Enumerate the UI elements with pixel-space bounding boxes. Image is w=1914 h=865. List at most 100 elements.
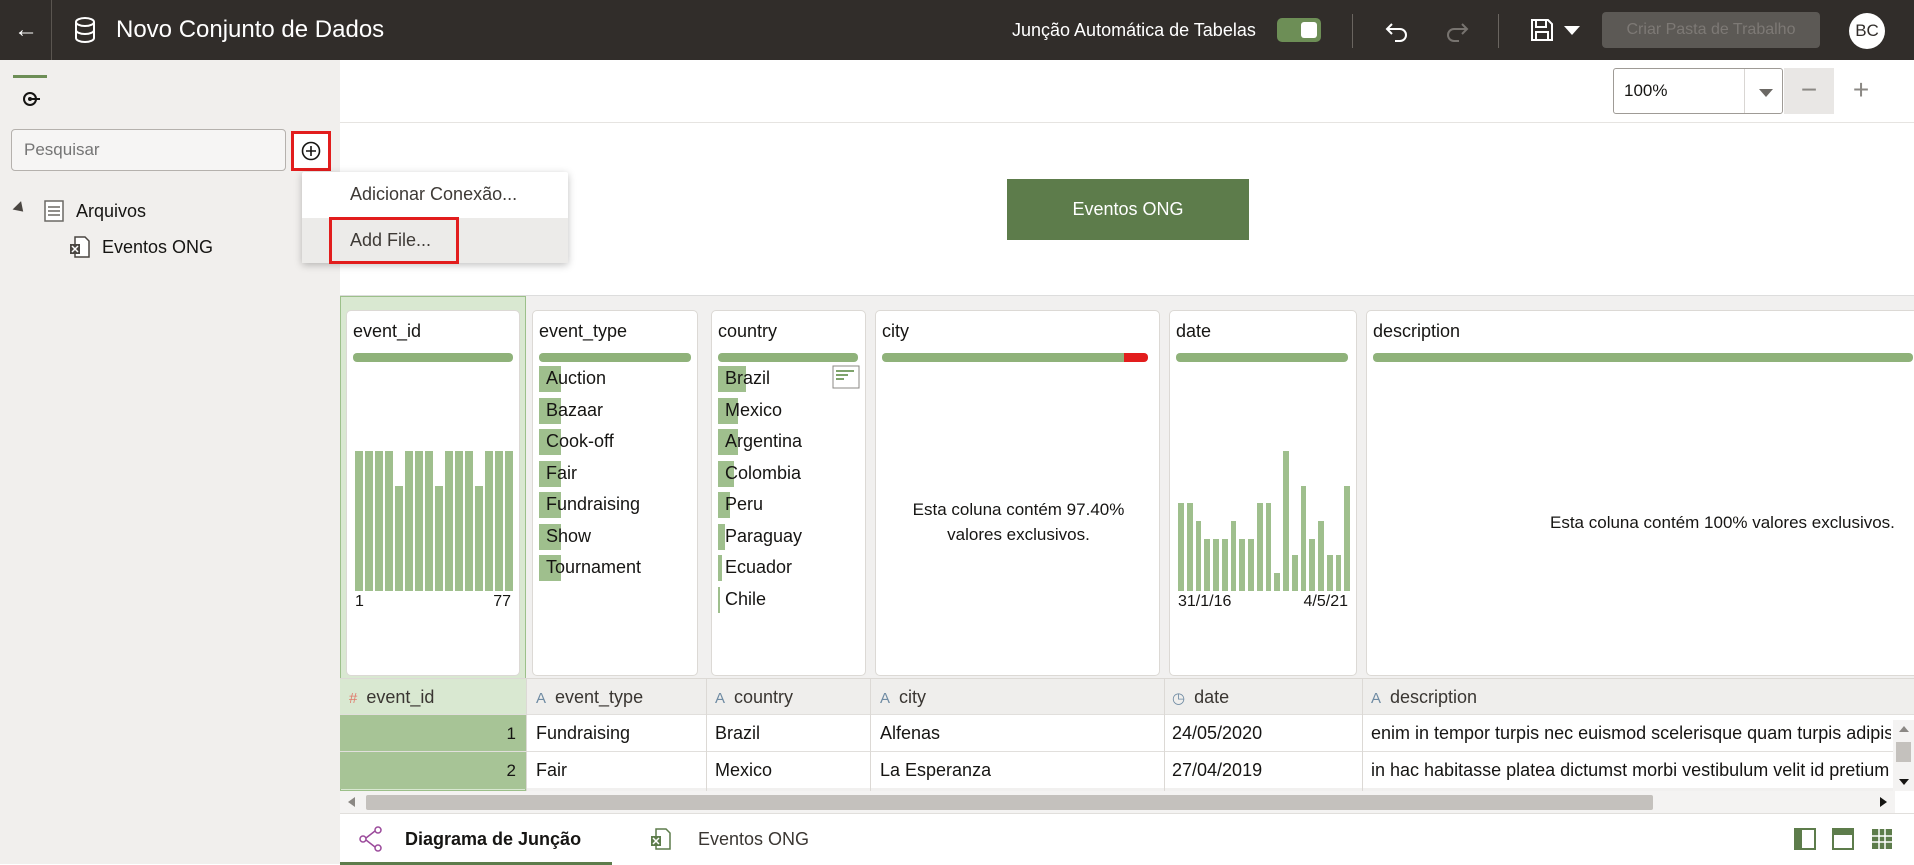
- zoom-in-button[interactable]: +: [1836, 68, 1886, 114]
- table-row[interactable]: 1 Fundraising Brazil Alfenas 24/05/2020 …: [340, 714, 1914, 752]
- table-node[interactable]: Eventos ONG: [1007, 179, 1249, 240]
- category-bar: [718, 586, 720, 613]
- add-button[interactable]: [291, 131, 331, 171]
- category-label: Fundraising: [546, 494, 641, 514]
- menu-item-add-connection[interactable]: Adicionar Conexão...: [302, 172, 568, 217]
- column-profile-event-type[interactable]: event_type Auction Bazaar Cook-off Fair Fund…: [532, 310, 698, 676]
- histogram-bar: [384, 451, 394, 591]
- histogram-bar: [494, 451, 504, 591]
- auto-join-toggle[interactable]: [1277, 18, 1321, 42]
- text-type-icon: A: [880, 690, 891, 707]
- tree-file-eventos-ong[interactable]: Eventos ONG: [69, 235, 269, 261]
- excel-file-icon: [651, 828, 671, 850]
- histogram-bar: [1291, 555, 1298, 591]
- category-label: Tournament: [546, 557, 642, 577]
- column-header-label: country: [734, 687, 794, 707]
- grid-layout-icon[interactable]: [1870, 827, 1894, 851]
- divider: [1352, 14, 1353, 48]
- divider: [1164, 678, 1165, 791]
- cell-country: Brazil: [715, 723, 761, 743]
- histogram-bar: [454, 451, 464, 591]
- column-header-description[interactable]: Adescription: [1371, 679, 1477, 715]
- top-panel-layout-icon[interactable]: [1831, 827, 1855, 851]
- chevron-down-icon[interactable]: [1558, 16, 1586, 44]
- column-header-city[interactable]: Acity: [880, 679, 926, 715]
- cell-date: 27/04/2019: [1172, 760, 1263, 780]
- column-profile-event-id[interactable]: event_id 1 77: [346, 310, 520, 676]
- column-title: event_id: [353, 321, 422, 341]
- tree-folder-label: Arquivos: [76, 201, 147, 221]
- tab-label: Eventos ONG: [698, 829, 810, 849]
- histogram-bar: [1186, 503, 1193, 591]
- category-label: Fair: [546, 462, 577, 483]
- histogram-bar: [1265, 503, 1272, 591]
- table-row[interactable]: 2 Fair Mexico La Esperanza 27/04/2019 in…: [340, 751, 1914, 789]
- histogram-bar: [1213, 539, 1219, 591]
- column-title: date: [1176, 321, 1212, 341]
- category-label: Argentina: [725, 431, 803, 451]
- tab-join-diagram[interactable]: Diagrama de Junção: [340, 814, 612, 865]
- row-number: 2: [340, 752, 526, 789]
- tab-eventos-ong[interactable]: Eventos ONG: [650, 814, 850, 865]
- divider: [1362, 678, 1363, 791]
- tree-folder-arquivos[interactable]: Arquivos: [43, 199, 243, 225]
- category-label: Show: [546, 525, 592, 546]
- category-label: Chile: [725, 588, 767, 609]
- left-panel-layout-icon[interactable]: [1793, 827, 1817, 851]
- zoom-select[interactable]: 100%: [1613, 68, 1783, 114]
- database-icon: [75, 17, 95, 44]
- text-type-icon: A: [715, 690, 726, 707]
- column-header-date[interactable]: ◷ date: [1172, 679, 1229, 715]
- active-tab-indicator: [13, 75, 47, 78]
- top-bar: ← Novo Conjunto de Dados Junção Automáti…: [0, 0, 1914, 60]
- scroll-thumb[interactable]: [1896, 742, 1911, 762]
- column-profile-description[interactable]: description Esta coluna contém 100% valo…: [1366, 310, 1914, 676]
- connections-icon[interactable]: [18, 86, 42, 108]
- join-diagram-canvas: 100% − + Eventos ONG: [340, 60, 1914, 296]
- chevron-down-icon[interactable]: [1744, 69, 1784, 113]
- scroll-up-icon[interactable]: [1899, 726, 1909, 732]
- create-workbook-button[interactable]: Criar Pasta de Trabalho: [1602, 12, 1820, 48]
- category-label: Ecuador: [725, 557, 793, 577]
- histogram-bar: [1300, 486, 1307, 591]
- histogram-bar: [355, 451, 364, 591]
- axis-max-label: 4/5/21: [1303, 593, 1348, 610]
- zoom-out-button[interactable]: −: [1784, 68, 1834, 114]
- cell-event-type: Fair: [536, 760, 567, 780]
- divider: [1498, 14, 1499, 48]
- scroll-left-icon[interactable]: [348, 797, 355, 807]
- avatar[interactable]: BC: [1849, 13, 1885, 49]
- column-profile-date[interactable]: date 31/1/16 4/5/21: [1169, 310, 1357, 676]
- histogram-bar: [1195, 521, 1202, 591]
- column-header-row: # event_id Aevent_type Acountry Acity ◷ da…: [340, 678, 1914, 715]
- search-input[interactable]: [11, 129, 286, 171]
- column-header-label: event_type: [555, 687, 644, 707]
- category-label: Mexico: [725, 399, 783, 420]
- back-arrow-icon[interactable]: ←: [8, 12, 44, 48]
- tree-expand-icon[interactable]: [12, 201, 28, 216]
- column-header-country[interactable]: Acountry: [715, 679, 793, 715]
- unique-text-line-2: valores exclusivos.: [947, 525, 1090, 544]
- scroll-right-icon[interactable]: [1880, 797, 1887, 807]
- chart-type-icon[interactable]: [832, 365, 860, 389]
- column-title: city: [882, 321, 909, 341]
- column-profile-city[interactable]: city Esta coluna contém 97.40% valores e…: [875, 310, 1160, 676]
- scroll-thumb[interactable]: [366, 795, 1653, 810]
- category-bar: [718, 523, 725, 550]
- category-bar: [718, 555, 722, 581]
- redo-icon[interactable]: [1443, 16, 1471, 44]
- column-header-event-type[interactable]: Aevent_type: [536, 679, 643, 715]
- scroll-down-icon[interactable]: [1899, 779, 1909, 785]
- horizontal-scrollbar[interactable]: [340, 791, 1895, 813]
- plus-circle-icon: [301, 141, 321, 161]
- vertical-scrollbar[interactable]: [1893, 720, 1914, 791]
- column-title: description: [1373, 321, 1461, 341]
- save-icon[interactable]: [1528, 16, 1556, 44]
- column-profile-country[interactable]: country Brazil Mexico Argentina Colombia Per…: [711, 310, 866, 676]
- cell-description: enim in tempor turpis nec euismod sceler…: [1371, 723, 1891, 743]
- column-header-event-id[interactable]: # event_id: [349, 679, 434, 715]
- histogram-bar: [1283, 451, 1289, 591]
- undo-icon[interactable]: [1383, 16, 1411, 44]
- numeric-type-icon: #: [349, 690, 358, 707]
- tab-label: Diagrama de Junção: [405, 829, 582, 849]
